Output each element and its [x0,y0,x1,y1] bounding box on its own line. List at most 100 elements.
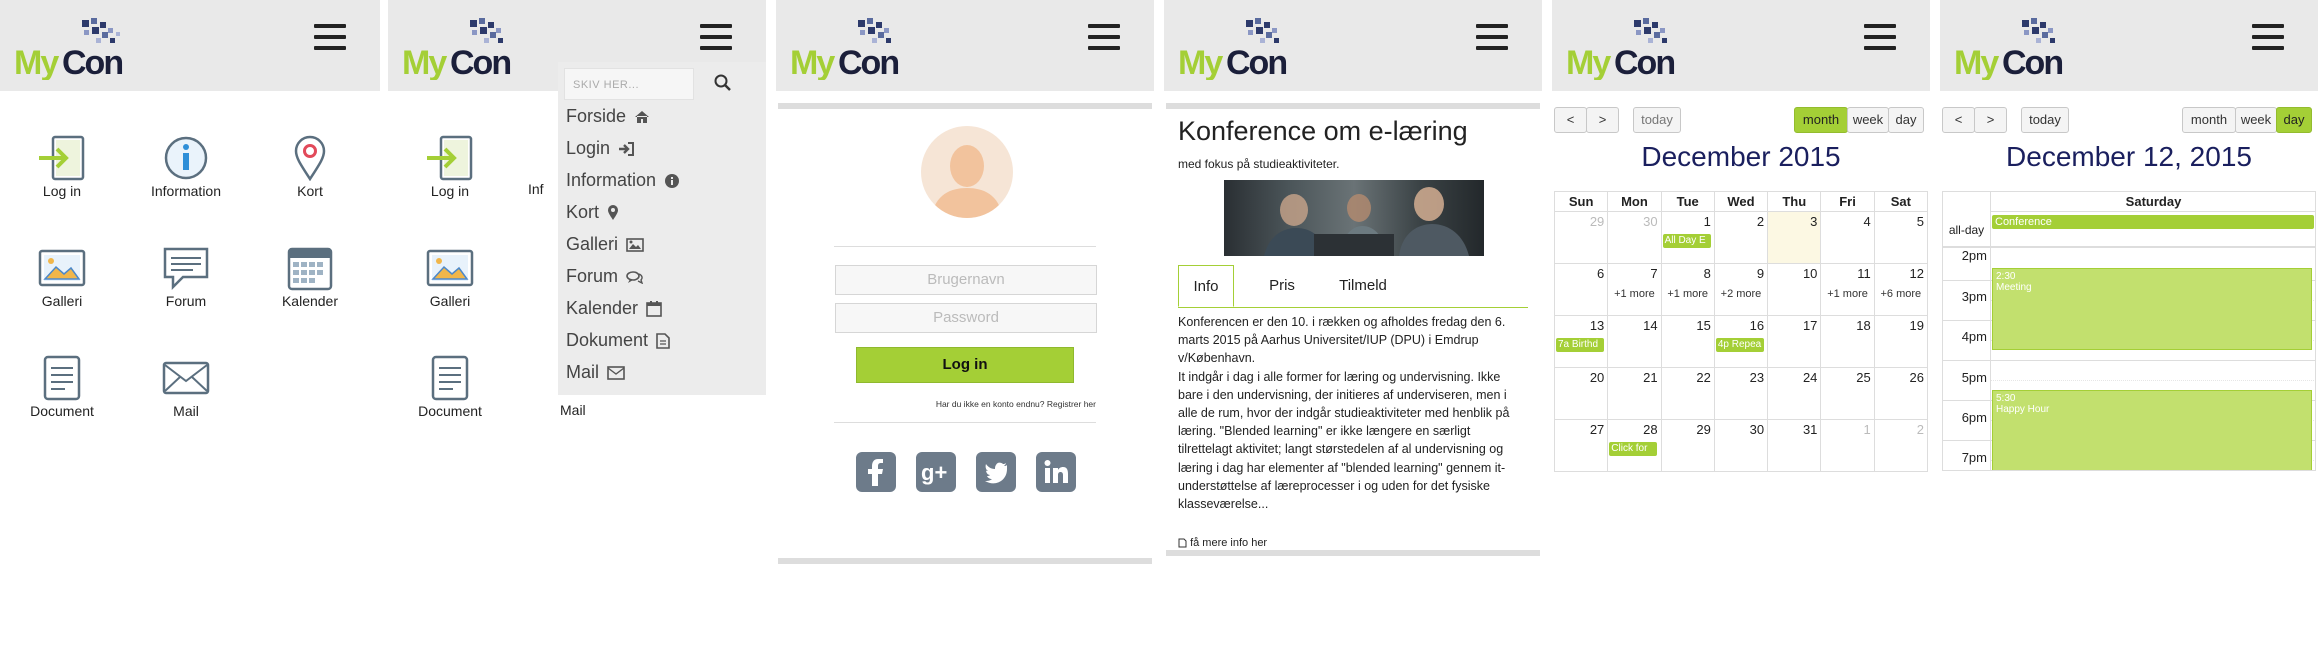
mycon-logo[interactable]: My Con [1178,18,1298,82]
mycon-logo[interactable]: My Con [790,18,910,82]
menu-item-forum[interactable]: Forum [566,266,644,290]
tab-tilmeld[interactable]: Tilmeld [1328,265,1398,307]
menu-item-kalender[interactable]: Kalender [566,298,662,322]
day-cell[interactable]: 21 [1607,367,1662,420]
tile-document[interactable]: Document [2,355,122,419]
menu-toggle-button[interactable] [700,24,732,52]
tile-galleri[interactable]: Galleri [2,245,122,309]
tile-galleri[interactable]: Galleri [390,245,510,309]
menu-toggle-button[interactable] [2252,24,2284,52]
day-cell[interactable]: 29 [1553,211,1609,264]
day-cell[interactable]: 17 [1767,315,1822,368]
day-cell[interactable]: 6 [1553,263,1609,316]
day-cell[interactable]: 2 [1873,419,1929,472]
day-cell[interactable]: 25 [1820,367,1875,420]
month-view-button[interactable]: month [2182,107,2236,133]
tile-mail-peek[interactable]: Mail [560,402,600,418]
allday-event[interactable]: Conference [1992,215,2314,229]
register-link[interactable]: Har du ikke en konto endnu? Registrer he… [836,399,1096,409]
menu-toggle-button[interactable] [1088,24,1120,52]
more-events-link[interactable]: +6 more [1875,288,1927,300]
calendar-event[interactable]: All Day E [1662,234,1711,248]
day-cell[interactable]: 30 [1713,419,1769,472]
event-happy-hour[interactable]: 5:30 Happy Hour [1992,390,2312,470]
day-view-button[interactable]: day [2276,107,2312,133]
day-cell[interactable]: 18 [1820,315,1875,368]
day-cell[interactable]: 15 [1660,315,1715,368]
tab-pris[interactable]: Pris [1254,265,1310,307]
google-plus-icon[interactable]: g+ [916,452,956,492]
day-cell[interactable]: 14 [1607,315,1662,368]
day-cell[interactable]: 27 [1553,419,1609,472]
week-view-button[interactable]: week [1847,107,1889,133]
day-cell[interactable]: 7 +1 more [1607,263,1662,316]
day-cell[interactable]: 23 [1713,367,1769,420]
prev-button[interactable]: < [1942,107,1975,133]
calendar-event[interactable]: 7a Birthd [1556,338,1604,352]
menu-toggle-button[interactable] [1476,24,1508,52]
mycon-logo[interactable]: My Con [402,18,522,82]
more-events-link[interactable]: +1 more [1662,288,1714,300]
day-cell[interactable]: 30 [1607,211,1662,264]
prev-button[interactable]: < [1554,107,1587,133]
day-cell[interactable]: 3 [1767,211,1822,264]
password-field[interactable]: Password [835,303,1097,333]
today-button[interactable]: today [2021,107,2069,133]
day-cell[interactable]: 5 [1873,211,1929,264]
day-cell[interactable]: 4 [1820,211,1875,264]
day-cell[interactable]: 10 [1767,263,1822,316]
day-cell[interactable]: 20 [1553,367,1609,420]
day-cell[interactable]: 22 [1660,367,1715,420]
day-cell[interactable]: 24 [1767,367,1822,420]
mycon-logo[interactable]: My Con [1954,18,2074,82]
linkedin-icon[interactable] [1036,452,1076,492]
menu-toggle-button[interactable] [314,24,346,52]
day-cell[interactable]: 31 [1767,419,1822,472]
search-input[interactable]: SKIV HER... [564,68,694,100]
mycon-logo[interactable]: My Con [1566,18,1686,82]
calendar-event[interactable]: Click for [1609,442,1658,456]
week-view-button[interactable]: week [2235,107,2277,133]
day-view-button[interactable]: day [1888,107,1924,133]
menu-item-galleri[interactable]: Galleri [566,234,644,258]
tile-document[interactable]: Document [390,355,510,419]
day-cell[interactable]: 12 +6 more [1873,263,1929,316]
today-button[interactable]: today [1633,107,1681,133]
tile-login[interactable]: Log in [390,135,510,199]
login-button[interactable]: Log in [856,347,1074,383]
menu-item-kort[interactable]: Kort [566,202,619,226]
day-cell[interactable]: 11 +1 more [1820,263,1875,316]
menu-item-information[interactable]: Information [566,170,680,194]
tile-kort[interactable]: Kort [250,135,370,199]
day-cell[interactable]: 13 7a Birthd [1553,315,1609,368]
tile-mail[interactable]: Mail [126,355,246,419]
day-cell[interactable]: 29 [1660,419,1715,472]
calendar-event[interactable]: 4p Repea [1715,338,1764,352]
month-view-button[interactable]: month [1794,107,1848,133]
facebook-icon[interactable] [856,452,896,492]
menu-item-forside[interactable]: Forside [566,106,650,130]
next-button[interactable]: > [1974,107,2007,133]
tab-info[interactable]: Info [1178,265,1234,307]
day-cell[interactable]: 8 +1 more [1660,263,1715,316]
day-cell[interactable]: 9 +2 more [1713,263,1769,316]
more-info-link[interactable]: få mere info her [1178,537,1267,549]
twitter-icon[interactable] [976,452,1016,492]
tile-information[interactable]: Information [126,135,246,199]
next-button[interactable]: > [1586,107,1619,133]
menu-item-mail[interactable]: Mail [566,362,625,386]
day-cell[interactable]: 1 All Day E [1660,211,1715,264]
day-cell[interactable]: 16 4p Repea [1713,315,1769,368]
day-cell[interactable]: 26 [1873,367,1929,420]
tile-information-peek[interactable]: Inf [528,181,558,197]
day-cell[interactable]: 1 [1820,419,1875,472]
tile-forum[interactable]: Forum [126,245,246,309]
mycon-logo[interactable]: My Con [14,18,134,82]
tile-login[interactable]: Log in [2,135,122,199]
search-icon[interactable] [714,74,732,97]
more-events-link[interactable]: +1 more [1821,288,1873,300]
tile-kalender[interactable]: Kalender [250,245,370,309]
more-events-link[interactable]: +2 more [1715,288,1767,300]
menu-item-dokument[interactable]: Dokument [566,330,670,354]
more-events-link[interactable]: +1 more [1608,288,1660,300]
